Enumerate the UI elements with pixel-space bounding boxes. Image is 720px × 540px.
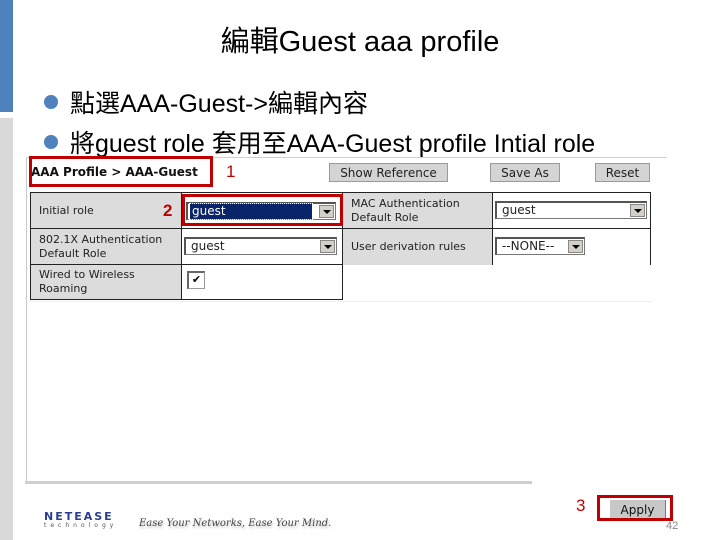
panel-border-left xyxy=(26,158,27,482)
highlight-box-3 xyxy=(597,495,673,521)
bullet-dot-icon xyxy=(44,95,58,110)
side-bar xyxy=(0,118,13,540)
reset-button[interactable]: Reset xyxy=(595,163,650,182)
highlight-box-1 xyxy=(29,156,213,187)
bullet-text: 將guest role 套用至AAA-Guest profile Intial … xyxy=(70,130,596,158)
panel-border-bottom xyxy=(25,481,532,484)
bullet-1: 點選AAA-Guest->編輯內容 xyxy=(44,84,368,120)
page-number: 42 xyxy=(666,520,679,532)
show-reference-button[interactable]: Show Reference xyxy=(329,163,448,182)
dot1x-default-role-label: 802.1X Authentication Default Role xyxy=(30,228,182,265)
user-derivation-rules-label: User derivation rules xyxy=(342,228,493,265)
chevron-down-icon[interactable] xyxy=(568,240,583,253)
save-as-button[interactable]: Save As xyxy=(490,163,560,182)
mac-auth-default-role-label: MAC Authentication Default Role xyxy=(342,192,493,229)
initial-role-label: Initial role xyxy=(30,192,182,229)
company-logo: NETEASE technology xyxy=(44,510,118,530)
wired-to-wireless-cell xyxy=(181,264,343,300)
step-number-3: 3 xyxy=(576,496,586,515)
select-value: guest xyxy=(191,239,225,253)
mac-auth-default-role-select[interactable]: guest xyxy=(495,201,647,219)
logo-main-text: NETEASE xyxy=(44,510,114,523)
label-text: Initial role xyxy=(39,203,94,217)
dot1x-default-role-select[interactable]: guest xyxy=(184,237,337,255)
select-value: --NONE-- xyxy=(502,239,555,253)
label-text: MAC Authentication Default Role xyxy=(351,196,460,224)
step-number-2: 2 xyxy=(163,201,173,220)
label-text: Wired to Wireless Roaming xyxy=(39,268,135,295)
bullet-text: 點選AAA-Guest->編輯內容 xyxy=(70,90,368,118)
chevron-down-icon[interactable] xyxy=(630,204,645,217)
step-number-1: 1 xyxy=(226,162,236,181)
tagline: Ease Your Networks, Ease Your Mind. xyxy=(139,518,332,529)
select-value: guest xyxy=(502,203,536,217)
wired-to-wireless-label: Wired to Wireless Roaming xyxy=(30,264,182,300)
slide-title: 編輯Guest aaa profile xyxy=(220,26,500,58)
wired-to-wireless-checkbox[interactable]: ✔ xyxy=(187,271,205,289)
label-text: User derivation rules xyxy=(351,240,466,253)
panel-separator xyxy=(30,301,652,302)
highlight-box-2 xyxy=(182,194,343,226)
logo-sub-text: technology xyxy=(44,522,118,529)
chevron-down-icon[interactable] xyxy=(320,240,335,253)
user-derivation-rules-select[interactable]: --NONE-- xyxy=(495,237,585,255)
bullet-2: 將guest role 套用至AAA-Guest profile Intial … xyxy=(44,124,595,160)
bullet-dot-icon xyxy=(44,135,58,150)
label-text: 802.1X Authentication Default Role xyxy=(39,232,163,260)
